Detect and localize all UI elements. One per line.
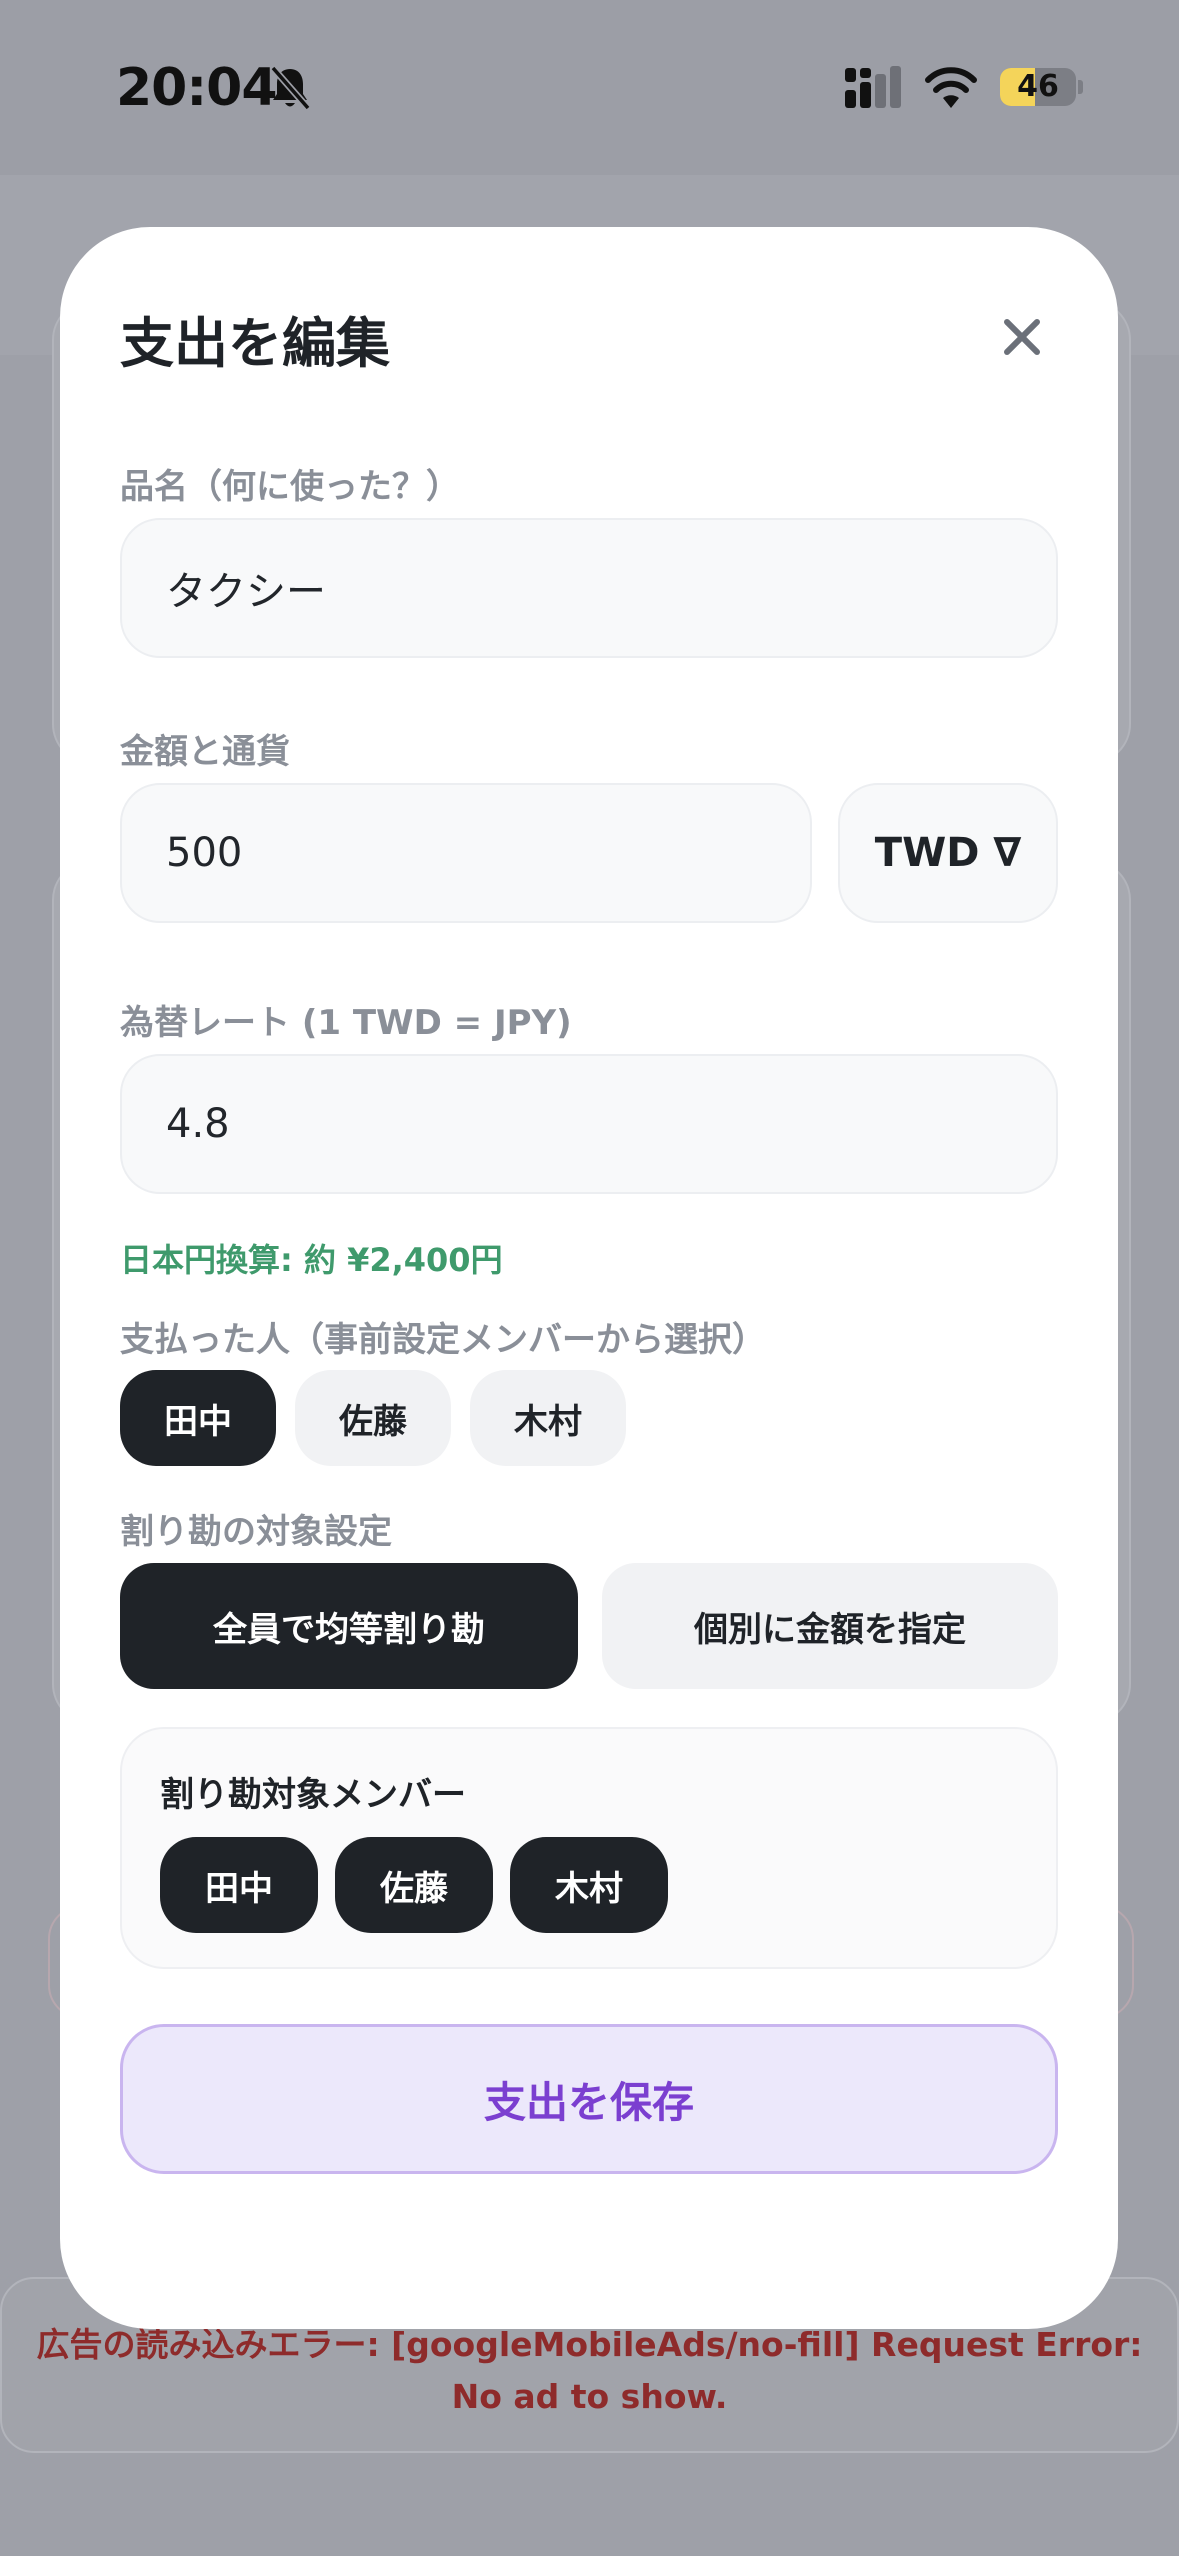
close-icon bbox=[1004, 319, 1040, 355]
payer-label: 支払った人（事前設定メンバーから選択） bbox=[120, 1320, 766, 1360]
amount-value: 500 bbox=[166, 830, 243, 876]
member-chip-tanaka[interactable]: 田中 bbox=[160, 1837, 318, 1933]
split-custom-button[interactable]: 個別に金額を指定 bbox=[602, 1563, 1058, 1689]
edit-expense-modal: 支出を編集 品名（何に使った？） タクシー 金額と通貨 500 TWD ∇ 為替… bbox=[60, 227, 1118, 2329]
split-equal-button[interactable]: 全員で均等割り勘 bbox=[120, 1563, 578, 1689]
payer-chip-kimura[interactable]: 木村 bbox=[470, 1370, 626, 1466]
status-time: 20:04 bbox=[116, 58, 278, 118]
amount-input[interactable]: 500 bbox=[120, 783, 812, 923]
save-expense-button[interactable]: 支出を保存 bbox=[120, 2024, 1058, 2174]
cellular-signal-icon bbox=[845, 66, 901, 108]
member-chip-kimura[interactable]: 木村 bbox=[510, 1837, 668, 1933]
bell-slash-icon bbox=[270, 65, 311, 111]
rate-input[interactable]: 4.8 bbox=[120, 1054, 1058, 1194]
jpy-conversion-note: 日本円換算: 約 ¥2,400円 bbox=[120, 1241, 503, 1279]
item-name-value: タクシー bbox=[166, 569, 326, 615]
amount-label: 金額と通貨 bbox=[120, 732, 290, 772]
rate-label: 為替レート (1 TWD = JPY) bbox=[120, 1003, 572, 1043]
split-members-title: 割り勘対象メンバー bbox=[160, 1775, 466, 1815]
member-chip-sato[interactable]: 佐藤 bbox=[335, 1837, 493, 1933]
payer-chip-sato[interactable]: 佐藤 bbox=[295, 1370, 451, 1466]
payer-chip-tanaka[interactable]: 田中 bbox=[120, 1370, 276, 1466]
currency-select[interactable]: TWD ∇ bbox=[838, 783, 1058, 923]
split-label: 割り勘の対象設定 bbox=[120, 1512, 392, 1552]
battery-level: 46 bbox=[1017, 69, 1059, 104]
item-name-label: 品名（何に使った？） bbox=[120, 467, 460, 507]
battery-tip bbox=[1078, 80, 1083, 94]
item-name-input[interactable]: タクシー bbox=[120, 518, 1058, 658]
modal-title: 支出を編集 bbox=[120, 312, 390, 375]
status-bar: 20:04 46 bbox=[0, 0, 1179, 175]
close-button[interactable] bbox=[980, 295, 1064, 379]
battery-indicator: 46 bbox=[1000, 68, 1076, 106]
wifi-icon bbox=[925, 67, 977, 108]
rate-value: 4.8 bbox=[166, 1101, 230, 1147]
currency-value: TWD ∇ bbox=[874, 830, 1022, 876]
split-members-panel: 割り勘対象メンバー 田中 佐藤 木村 bbox=[120, 1727, 1058, 1969]
